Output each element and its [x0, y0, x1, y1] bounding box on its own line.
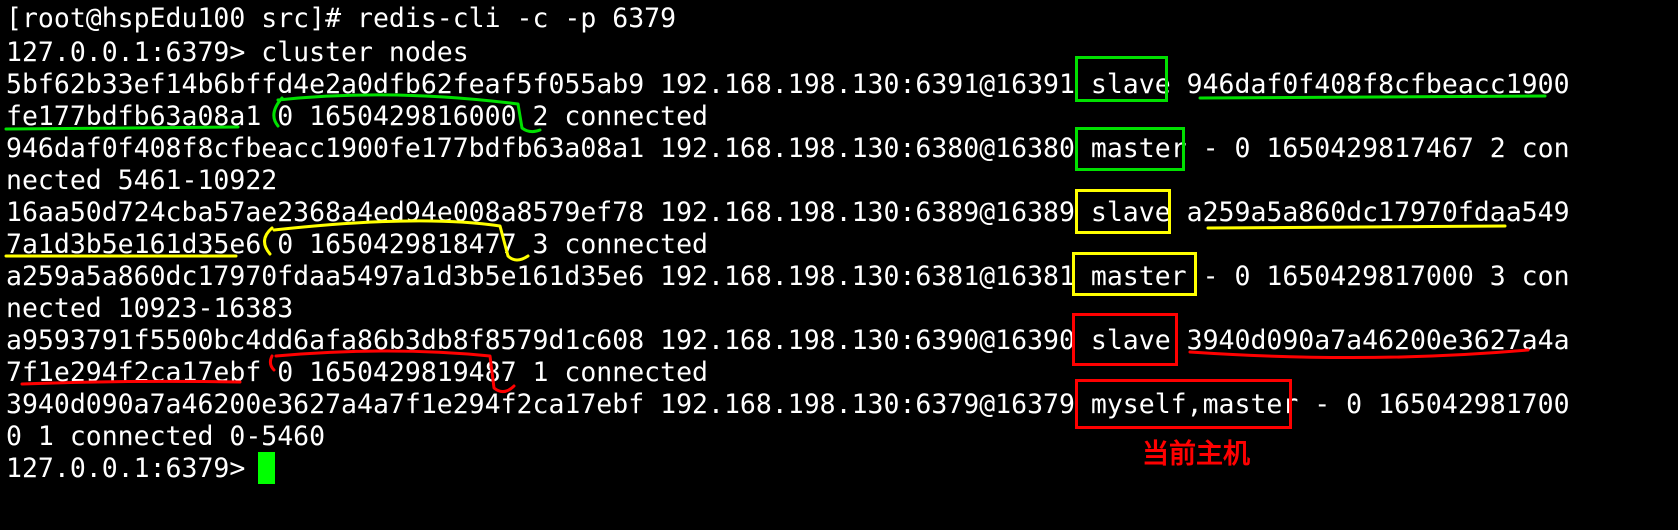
- terminal-window[interactable]: [root@hspEdu100 src]# redis-cli -c -p 63…: [0, 0, 1678, 530]
- annotation-marks: [4, 93, 1547, 393]
